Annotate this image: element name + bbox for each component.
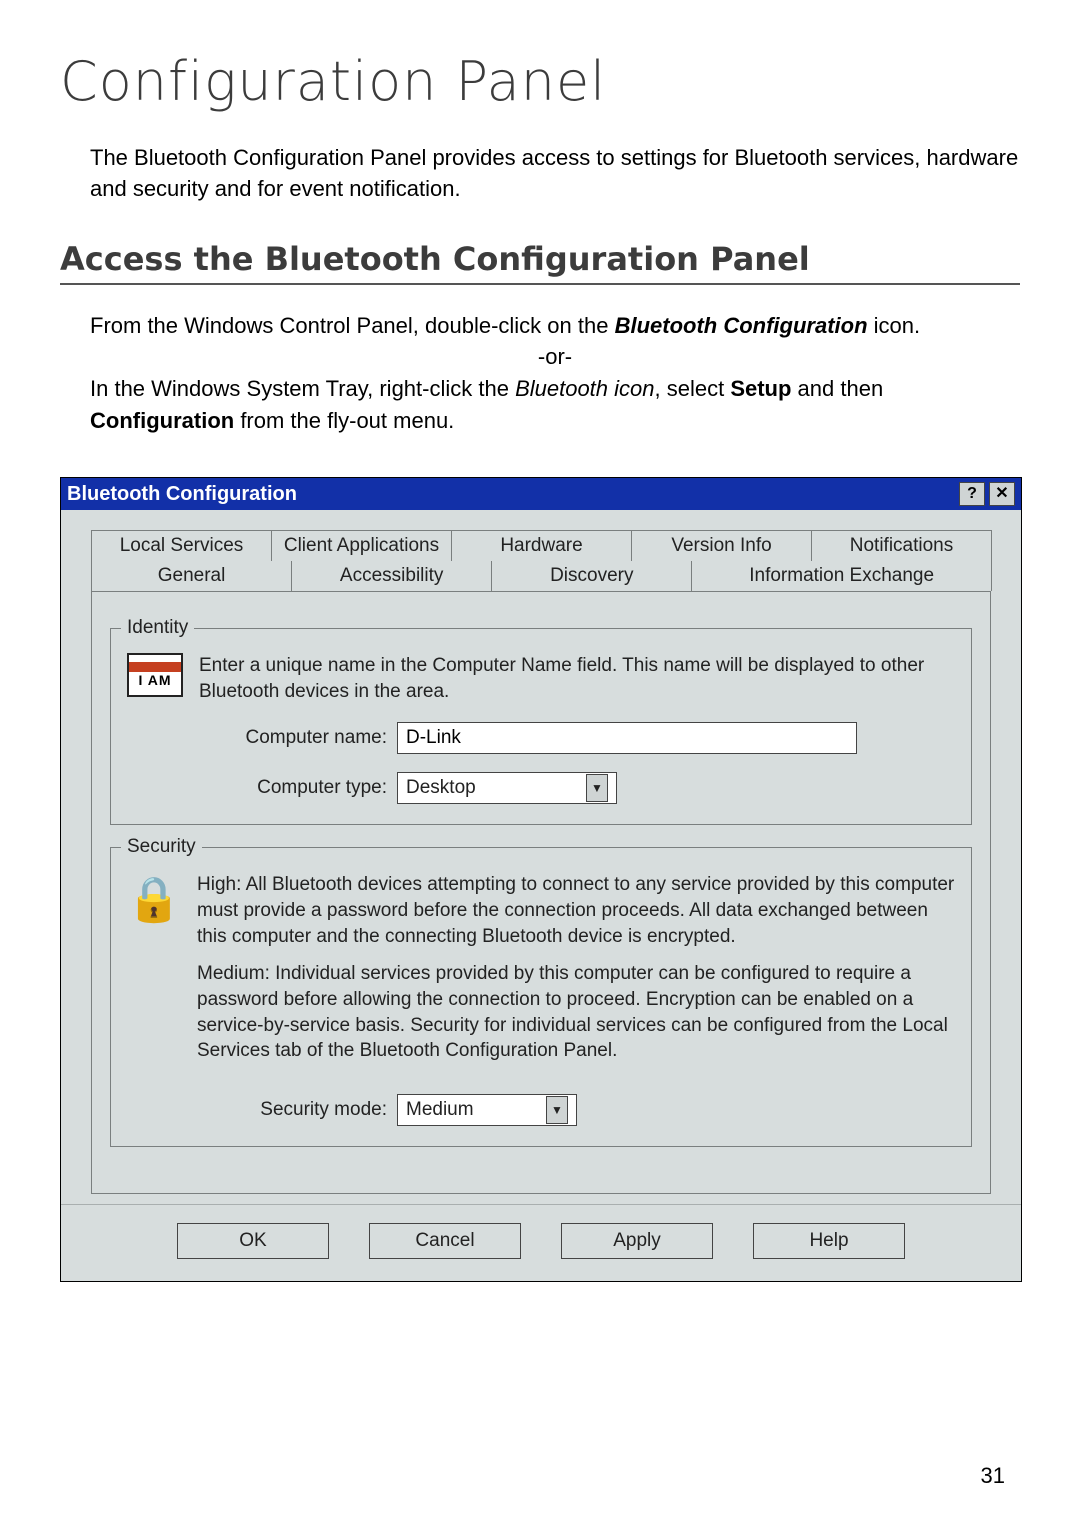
cancel-button[interactable]: Cancel [369,1223,521,1259]
body-text: From the Windows Control Panel, double-c… [90,310,1020,438]
body-line1-pre: From the Windows Control Panel, double-c… [90,313,615,338]
tab-information-exchange[interactable]: Information Exchange [691,561,992,591]
body-line2-post: from the fly-out menu. [234,408,454,433]
body-line2-bold2: Configuration [90,408,234,433]
page-number: 31 [981,1463,1005,1489]
computer-type-select[interactable]: Desktop ▼ [397,772,617,804]
section-heading: Access the Bluetooth Configuration Panel [60,240,1020,285]
security-mode-label: Security mode: [127,1099,397,1121]
body-line2-mid2: and then [791,376,883,401]
help-button[interactable]: Help [753,1223,905,1259]
security-legend: Security [121,836,202,858]
identity-icon: I AM [127,653,183,697]
tab-client-applications[interactable]: Client Applications [271,530,452,561]
tab-discovery[interactable]: Discovery [491,561,692,591]
security-medium-text: Medium: Individual services provided by … [197,961,955,1064]
security-group: Security 🔒 High: All Bluetooth devices a… [110,847,972,1146]
chevron-down-icon: ▼ [546,1096,568,1124]
body-line1-bold: Bluetooth Configuration [615,313,868,338]
dialog-title: Bluetooth Configuration [67,483,297,506]
tab-version-info[interactable]: Version Info [631,530,812,561]
security-mode-value: Medium [406,1099,474,1121]
page-title: Configuration Panel [60,50,1020,113]
body-line2-bold: Setup [730,376,791,401]
computer-type-value: Desktop [406,777,476,799]
chevron-down-icon: ▼ [586,774,608,802]
identity-icon-label: I AM [138,672,171,688]
tab-general[interactable]: General [91,561,292,591]
body-line2-pre: In the Windows System Tray, right-click … [90,376,515,401]
tab-panel-general: Identity I AM Enter a unique name in the… [91,591,991,1194]
apply-button[interactable]: Apply [561,1223,713,1259]
lock-icon: 🔒 [127,872,181,926]
tab-local-services[interactable]: Local Services [91,530,272,561]
body-or: -or- [90,341,1020,373]
tab-accessibility[interactable]: Accessibility [291,561,492,591]
security-mode-select[interactable]: Medium ▼ [397,1094,577,1126]
close-icon[interactable]: ✕ [989,482,1015,506]
body-line2-italic: Bluetooth icon [515,376,654,401]
body-line1-post: icon. [868,313,921,338]
tab-hardware[interactable]: Hardware [451,530,632,561]
ok-button[interactable]: OK [177,1223,329,1259]
dialog-screenshot: Bluetooth Configuration ? ✕ Local Servic… [60,477,1020,1282]
tab-strip: Local Services Client Applications Hardw… [91,530,991,1194]
security-high-text: High: All Bluetooth devices attempting t… [197,872,955,949]
computer-name-label: Computer name: [127,727,397,749]
identity-group: Identity I AM Enter a unique name in the… [110,628,972,825]
body-line2-mid: , select [655,376,731,401]
bluetooth-config-dialog: Bluetooth Configuration ? ✕ Local Servic… [60,477,1022,1282]
computer-type-label: Computer type: [127,777,397,799]
computer-name-input[interactable] [397,722,857,754]
intro-paragraph: The Bluetooth Configuration Panel provid… [90,143,1020,205]
identity-description: Enter a unique name in the Computer Name… [199,653,955,704]
tab-notifications[interactable]: Notifications [811,530,992,561]
dialog-button-row: OK Cancel Apply Help [61,1204,1021,1281]
identity-legend: Identity [121,617,194,639]
dialog-titlebar: Bluetooth Configuration ? ✕ [61,478,1021,510]
help-icon[interactable]: ? [959,482,985,506]
